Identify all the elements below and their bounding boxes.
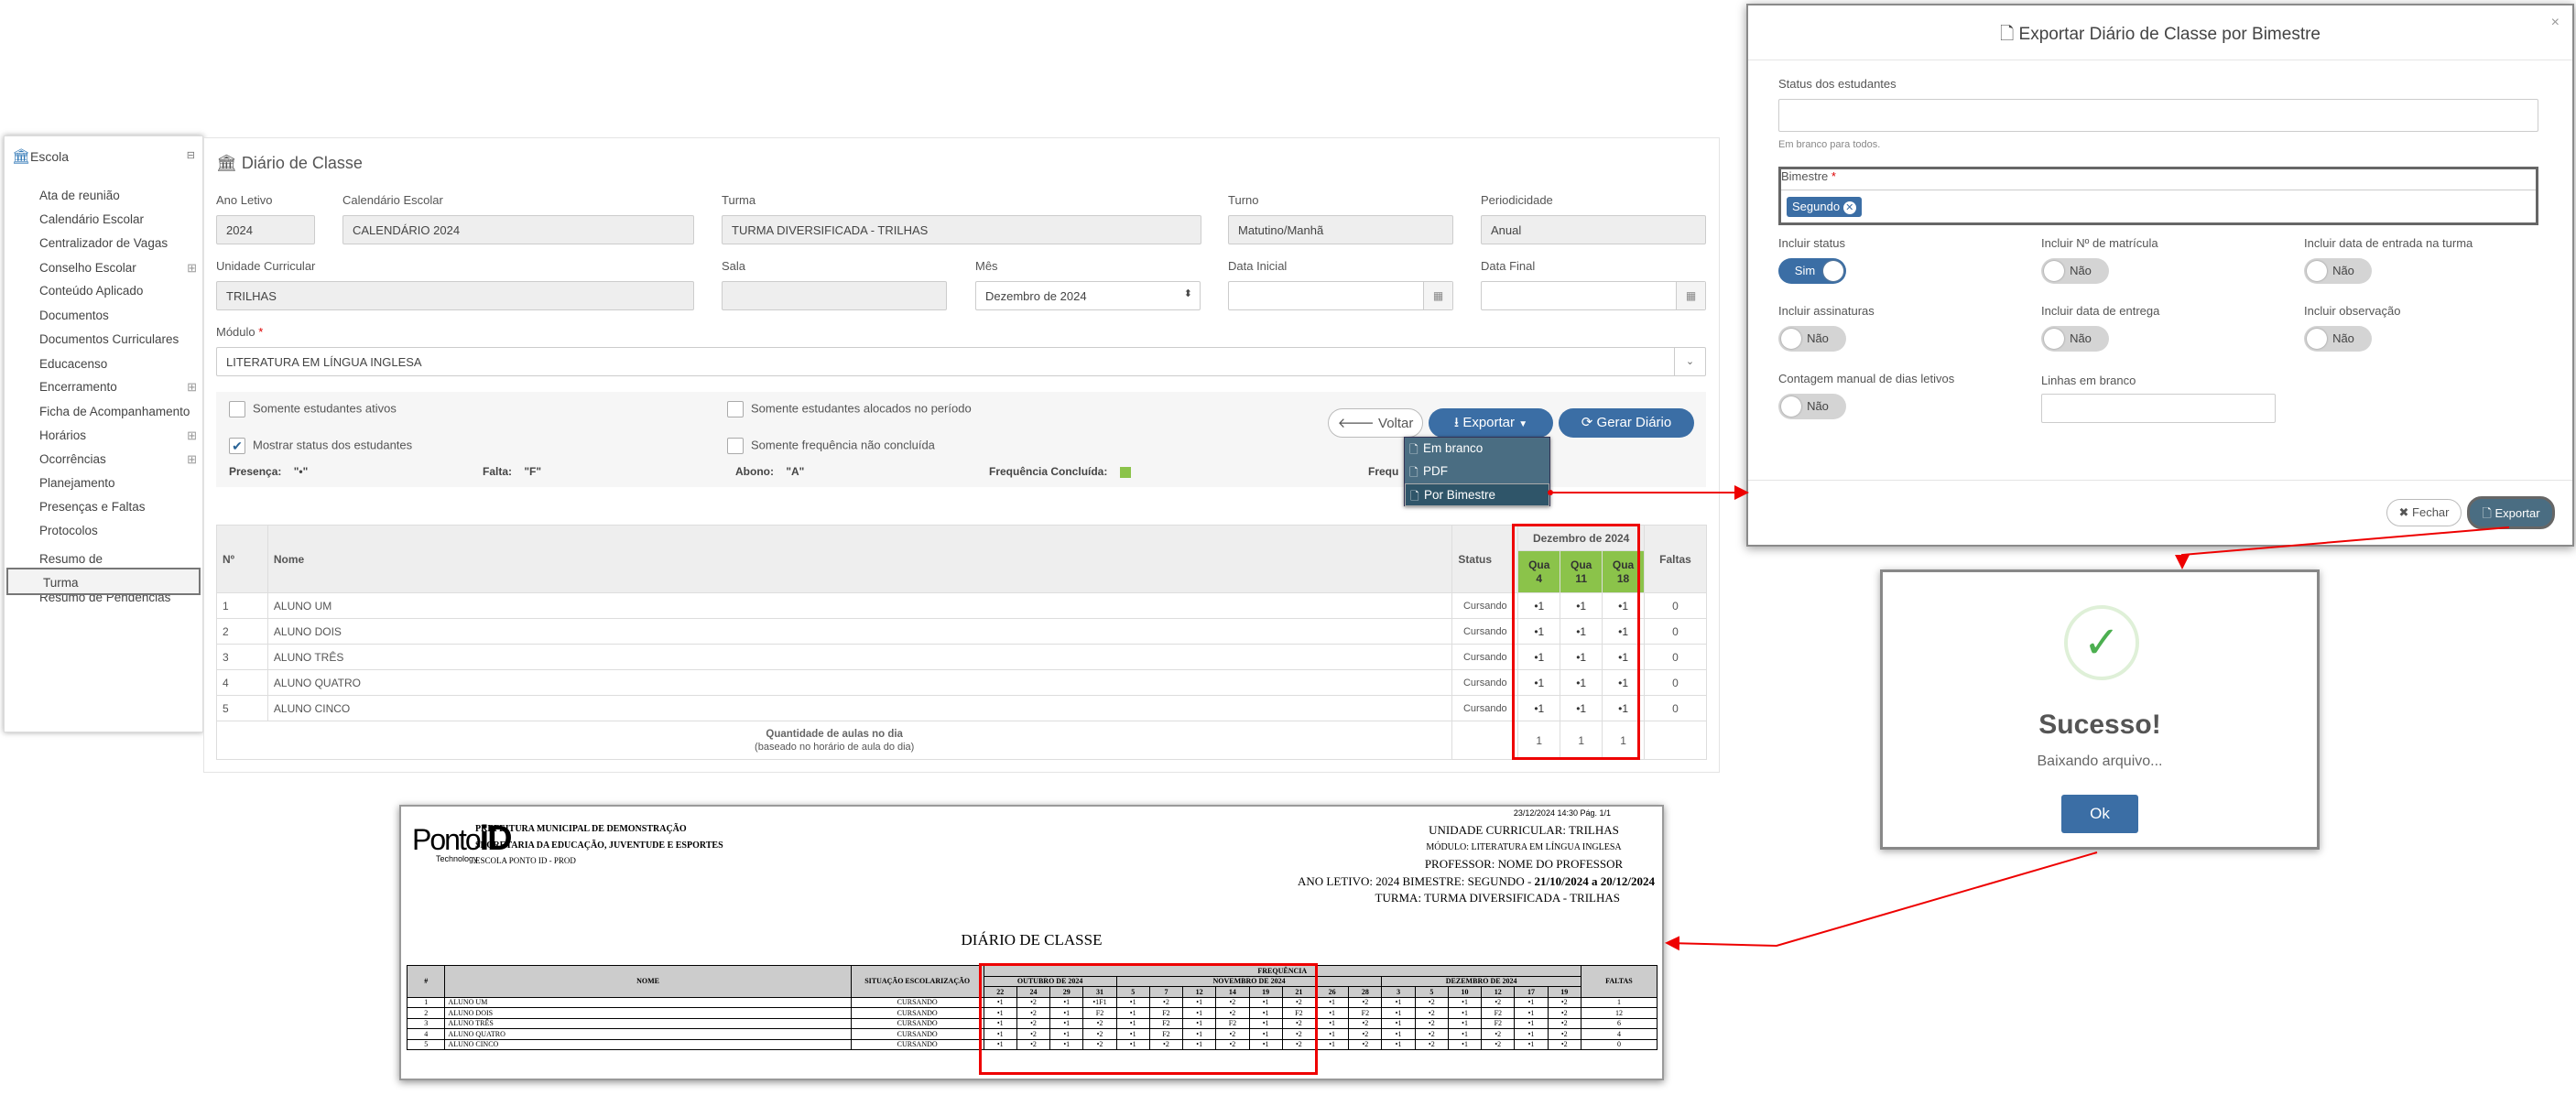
arrow-start-dot bbox=[1548, 490, 1553, 495]
arrow-success-to-pdf bbox=[1665, 851, 2098, 951]
arrow-modal-to-success bbox=[2175, 526, 2510, 569]
annotation-arrows bbox=[1548, 485, 2510, 951]
